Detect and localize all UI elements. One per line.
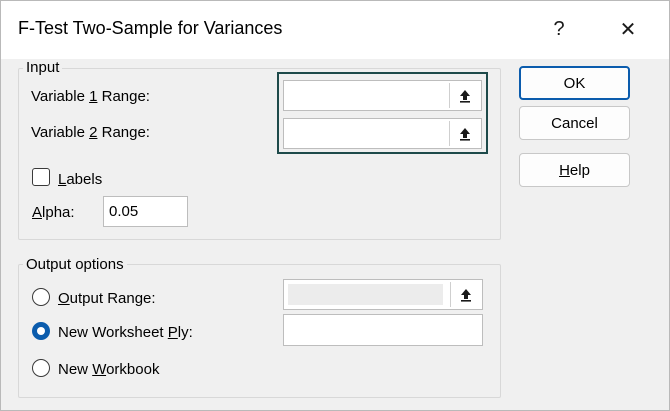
new-workbook-rest: orkbook xyxy=(106,361,160,378)
new-workbook-mnemonic: W xyxy=(92,361,107,378)
variable2-range-label: Variable 2 Range: xyxy=(31,124,150,141)
output-range-radio[interactable] xyxy=(32,288,50,306)
help-mnemonic: H xyxy=(559,161,570,179)
output-range-label[interactable]: Output Range: xyxy=(58,290,156,307)
variable1-range-label: Variable 1 Range: xyxy=(31,88,150,105)
variable2-collapse-button[interactable] xyxy=(449,121,479,146)
output-range-input[interactable] xyxy=(283,279,483,310)
dialog-title: F-Test Two-Sample for Variances xyxy=(18,18,283,38)
cancel-button[interactable]: Cancel xyxy=(519,106,630,140)
range-collapse-icon xyxy=(459,89,470,103)
alpha-mnemonic: A xyxy=(32,204,43,221)
output-range-disabled-area xyxy=(288,284,443,305)
help-button[interactable]: Help xyxy=(519,153,630,187)
title-bar: F-Test Two-Sample for Variances ? ✕ xyxy=(1,1,669,59)
new-workbook-label[interactable]: New Workbook xyxy=(58,361,159,378)
variable1-label-suffix: Range: xyxy=(97,88,150,105)
input-group-label: Input xyxy=(23,59,63,76)
range-collapse-icon xyxy=(459,127,470,141)
new-worksheet-ply-input[interactable] xyxy=(283,314,483,346)
labels-checkbox[interactable] xyxy=(32,168,50,186)
close-icon[interactable]: ✕ xyxy=(608,11,648,47)
labels-rest: abels xyxy=(66,171,103,188)
new-worksheet-rest: ly: xyxy=(177,324,193,341)
range-collapse-icon xyxy=(460,288,471,302)
variable2-label-suffix: Range: xyxy=(97,124,150,141)
f-test-dialog: F-Test Two-Sample for Variances ? ✕ Inpu… xyxy=(0,0,670,411)
new-workbook-prefix: New xyxy=(58,361,93,378)
variable2-range-input[interactable] xyxy=(283,118,482,149)
output-options-label: Output options xyxy=(23,256,127,273)
new-workbook-radio[interactable] xyxy=(32,359,50,377)
output-range-mnemonic: O xyxy=(58,290,70,307)
variable1-range-input[interactable] xyxy=(283,80,482,111)
variable1-label-prefix: Variable xyxy=(31,88,90,105)
new-worksheet-ply-radio[interactable] xyxy=(32,322,50,340)
variable1-collapse-button[interactable] xyxy=(449,83,479,108)
labels-checkbox-label[interactable]: Labels xyxy=(58,171,102,188)
alpha-label: Alpha: xyxy=(32,204,75,221)
new-worksheet-prefix: New Worksheet xyxy=(58,324,168,341)
new-worksheet-mnemonic: P xyxy=(167,324,178,341)
new-worksheet-ply-label[interactable]: New Worksheet Ply: xyxy=(58,324,193,341)
output-range-collapse-button[interactable] xyxy=(450,282,480,307)
ok-button[interactable]: OK xyxy=(519,66,630,100)
alpha-rest: lpha: xyxy=(42,204,75,221)
alpha-input[interactable]: 0.05 xyxy=(103,196,188,227)
help-rest: elp xyxy=(569,161,590,179)
output-range-rest: utput Range: xyxy=(69,290,156,307)
help-question-icon[interactable]: ? xyxy=(539,11,579,47)
variable2-label-prefix: Variable xyxy=(31,124,90,141)
